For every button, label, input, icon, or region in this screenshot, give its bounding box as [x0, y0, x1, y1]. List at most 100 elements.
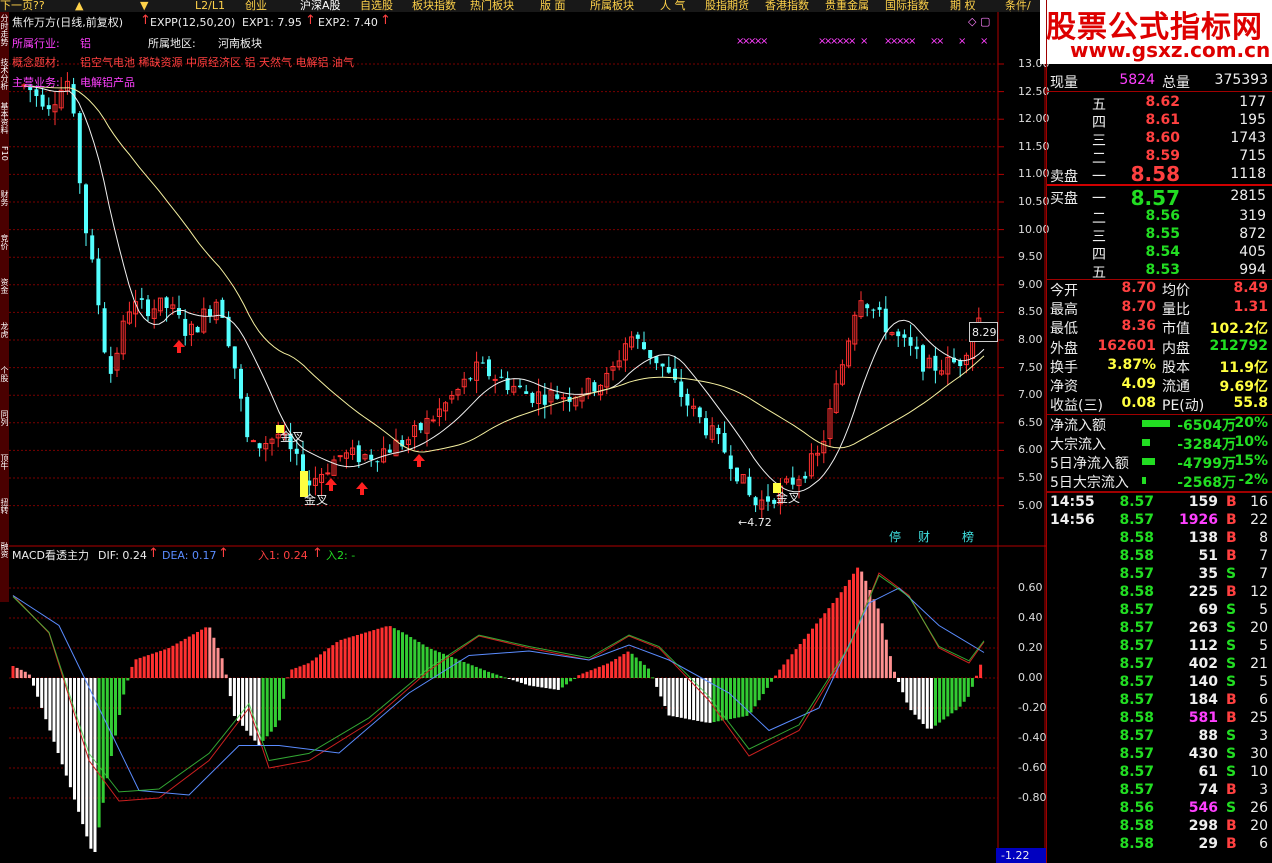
nav-tab-2[interactable]: ▼	[140, 0, 148, 12]
tick-count: 3	[1259, 728, 1268, 744]
candle-body	[468, 378, 473, 380]
sidebar-tab-12[interactable]: 融资	[0, 542, 9, 582]
nav-tab-6[interactable]: 自选股	[360, 0, 393, 12]
macd-histogram-bar	[204, 627, 208, 678]
stat-value: 8.70	[1121, 299, 1156, 316]
tick-count: 16	[1250, 494, 1268, 510]
macd-histogram-bar	[483, 670, 486, 678]
candle-body	[896, 331, 901, 337]
sidebar-tab-5[interactable]: 竞价	[0, 234, 9, 274]
nav-tab-5[interactable]: 沪深A股	[300, 0, 341, 12]
sidebar-tab-9[interactable]: 同列	[0, 410, 9, 450]
macd-histogram-bar	[806, 633, 810, 678]
candle-body	[530, 392, 535, 403]
nav-tab-8[interactable]: 热门板块	[470, 0, 514, 12]
nav-tab-7[interactable]: 板块指数	[412, 0, 456, 12]
stat-value: 4.09	[1121, 376, 1156, 392]
candle-body	[480, 362, 485, 364]
nav-tab-11[interactable]: 人 气	[660, 0, 686, 12]
volume-total-label: 总量	[1162, 75, 1190, 91]
macd-histogram-bar	[339, 639, 343, 678]
macd-histogram-bar	[704, 678, 708, 723]
macd-histogram-bar	[667, 678, 671, 716]
nav-tab-1[interactable]: ▲	[75, 0, 83, 12]
candle-body	[257, 443, 262, 449]
flow-label: 大宗流入	[1050, 437, 1106, 453]
macd-tick: 0.60	[1018, 581, 1043, 594]
nav-tab-14[interactable]: 贵重金属	[825, 0, 869, 12]
macd-histogram-bar	[19, 669, 23, 678]
tick-price: 8.57	[1119, 746, 1154, 762]
tick-volume: 51	[1198, 548, 1218, 564]
nav-tab-15[interactable]: 国际指数	[885, 0, 929, 12]
macd-histogram-bar	[232, 678, 236, 716]
sell-volume: 195	[1239, 112, 1266, 128]
sidebar-tab-6[interactable]: 资金	[0, 278, 9, 318]
signal-x-mark: ×	[908, 36, 917, 47]
sell-label: 卖盘	[1050, 169, 1078, 185]
macd-histogram-bar	[491, 673, 495, 678]
nav-tab-13[interactable]: 香港指数	[765, 0, 809, 12]
candle-body	[666, 367, 671, 373]
price-tick: 5.50	[1018, 471, 1043, 484]
sidebar-tab-3[interactable]: F10	[0, 146, 9, 186]
tick-volume: 29	[1198, 836, 1218, 852]
candle-body	[871, 309, 876, 311]
macd-histogram-bar	[651, 677, 655, 679]
candle-body	[790, 477, 795, 485]
tab-stop[interactable]: 停	[889, 531, 901, 544]
macd-histogram-bar	[519, 678, 523, 683]
stat-value: 8.49	[1233, 280, 1268, 296]
tick-volume: 35	[1198, 566, 1218, 582]
tab-finance[interactable]: 财	[918, 531, 930, 544]
tick-count: 20	[1250, 818, 1268, 834]
window-control-icons[interactable]: ◇ ▢	[968, 15, 990, 28]
sidebar-tab-11[interactable]: 扭转	[0, 498, 9, 538]
tab-ranking[interactable]: 榜	[962, 531, 974, 544]
macd-histogram-bar	[376, 628, 380, 678]
macd-histogram-bar	[212, 637, 216, 678]
sidebar-tab-4[interactable]: 财务	[0, 190, 9, 230]
candle-body	[518, 385, 522, 388]
tick-volume: 140	[1188, 674, 1218, 690]
buy-price: 8.56	[1145, 208, 1180, 224]
macd-histogram-bar	[552, 678, 556, 690]
nav-tab-9[interactable]: 版 面	[540, 0, 566, 12]
nav-tab-4[interactable]: 创业	[245, 0, 267, 12]
buy-volume: 2815	[1230, 188, 1266, 204]
tick-price: 8.56	[1119, 800, 1154, 816]
nav-tab-3[interactable]: L2/L1	[195, 0, 225, 12]
sidebar-tab-0[interactable]: 分时走势	[0, 14, 9, 54]
nav-tab-16[interactable]: 期 权	[950, 0, 976, 12]
tick-side: B	[1226, 548, 1237, 564]
nav-tab-0[interactable]: 下一页??	[0, 0, 45, 12]
tick-price: 8.58	[1119, 710, 1154, 726]
sidebar-tab-8[interactable]: 个股	[0, 366, 9, 406]
sidebar-tab-1[interactable]: 技术分析	[0, 58, 9, 98]
macd-tick: 0.00	[1018, 671, 1043, 684]
stat-label: PE(动)	[1162, 398, 1205, 415]
macd-tick: -0.40	[1018, 731, 1047, 744]
kline-chart[interactable]	[9, 12, 1046, 863]
nav-tab-17[interactable]: 条件/内线	[1005, 0, 1040, 12]
macd-histogram-bar	[630, 653, 634, 678]
exp2-value: EXP2: 7.40	[318, 16, 378, 29]
top-nav-bar: 下一页?? ▲ ▼ L2/L1 创业 沪深A股 自选股 板块指数 热门板块 版 面 所属板块 人 气 股…	[0, 0, 1040, 12]
nav-tab-12[interactable]: 股指期货	[705, 0, 749, 12]
macd-histogram-bar	[741, 678, 745, 717]
tick-price: 8.57	[1119, 602, 1154, 618]
macd-histogram-bar	[417, 641, 421, 678]
tick-count: 7	[1259, 566, 1268, 582]
sidebar-tab-7[interactable]: 龙虎	[0, 322, 9, 362]
macd-histogram-bar	[40, 678, 44, 708]
macd-histogram-bar	[302, 664, 306, 678]
nav-tab-10[interactable]: 所属板块	[590, 0, 634, 12]
macd-histogram-bar	[950, 678, 954, 714]
sidebar-tab-10[interactable]: 顶牛	[0, 454, 9, 494]
macd-histogram-bar	[388, 626, 392, 678]
business-label: 主营业务:	[12, 76, 60, 89]
macd-histogram-bar	[237, 678, 240, 721]
sidebar-tab-2[interactable]: 基本资料	[0, 102, 9, 142]
candle-body	[716, 427, 721, 435]
candle-body	[250, 440, 256, 443]
